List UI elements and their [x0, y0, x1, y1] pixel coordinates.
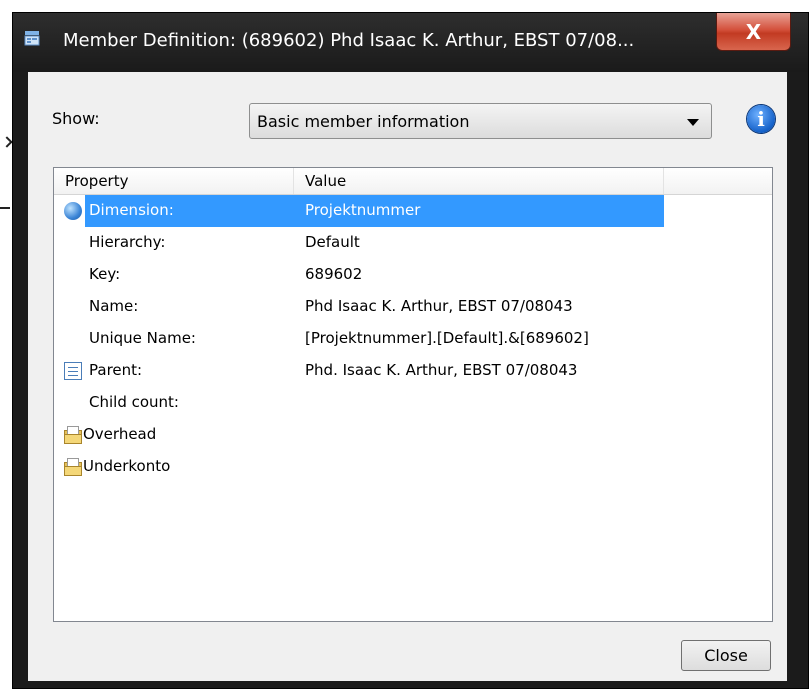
close-button[interactable]: Close: [681, 640, 771, 671]
background-app-edge: [0, 0, 13, 689]
property-value: Projektnummer: [305, 201, 421, 219]
property-name: Unique Name:: [89, 329, 196, 347]
background-mark: [1, 136, 13, 148]
property-name: Name:: [89, 297, 139, 315]
info-icon[interactable]: i: [747, 105, 775, 133]
list-item[interactable]: Dimension: Projektnummer: [54, 195, 664, 227]
window-close-button[interactable]: X: [716, 13, 791, 51]
list-item[interactable]: Unique Name: [Projektnummer].[Default].&…: [54, 323, 664, 355]
column-header-empty[interactable]: [664, 168, 772, 194]
list-item[interactable]: Underkonto: [54, 451, 664, 483]
property-name: Key:: [89, 265, 121, 283]
column-header-value[interactable]: Value: [294, 168, 664, 194]
app-icon: [24, 31, 40, 46]
properties-list[interactable]: Property Value Dimension: Projektnummer …: [53, 167, 773, 622]
property-value: Default: [305, 233, 360, 251]
property-name: Underkonto: [83, 457, 171, 475]
list-item[interactable]: Parent: Phd. Isaac K. Arthur, EBST 07/08…: [54, 355, 664, 387]
folder-icon: [64, 426, 82, 444]
show-dropdown-value: Basic member information: [257, 112, 470, 131]
document-icon: [64, 362, 82, 380]
title-bar[interactable]: Member Definition: (689602) Phd Isaac K.…: [13, 13, 808, 72]
list-item[interactable]: Child count:: [54, 387, 664, 419]
list-item[interactable]: Overhead: [54, 419, 664, 451]
list-item[interactable]: Name: Phd Isaac K. Arthur, EBST 07/08043: [54, 291, 664, 323]
folder-icon: [64, 458, 82, 476]
property-name: Overhead: [83, 425, 157, 443]
property-name: Dimension:: [89, 201, 174, 219]
list-item[interactable]: Hierarchy: Default: [54, 227, 664, 259]
property-value: 689602: [305, 265, 363, 283]
column-header-label: Value: [305, 172, 347, 190]
column-header-label: Property: [65, 172, 129, 190]
show-label: Show:: [52, 109, 100, 128]
background-mark: [0, 207, 10, 209]
globe-icon: [64, 202, 82, 220]
property-name: Hierarchy:: [89, 233, 166, 251]
close-icon: X: [745, 19, 762, 44]
column-header-property[interactable]: Property: [54, 168, 294, 194]
info-glyph: i: [757, 107, 765, 131]
property-value: Phd. Isaac K. Arthur, EBST 07/08043: [305, 361, 578, 379]
property-name: Parent:: [89, 361, 143, 379]
show-dropdown[interactable]: Basic member information: [249, 103, 712, 139]
chevron-down-icon: [687, 119, 699, 126]
member-definition-window: Member Definition: (689602) Phd Isaac K.…: [12, 12, 809, 689]
window-title: Member Definition: (689602) Phd Isaac K.…: [63, 30, 635, 51]
property-value: Phd Isaac K. Arthur, EBST 07/08043: [305, 297, 573, 315]
list-item[interactable]: Key: 689602: [54, 259, 664, 291]
dialog-body: Show: Basic member information i Propert…: [28, 72, 787, 681]
property-name: Child count:: [89, 393, 179, 411]
property-value: [Projektnummer].[Default].&[689602]: [305, 329, 589, 347]
list-header: Property Value: [54, 168, 772, 195]
